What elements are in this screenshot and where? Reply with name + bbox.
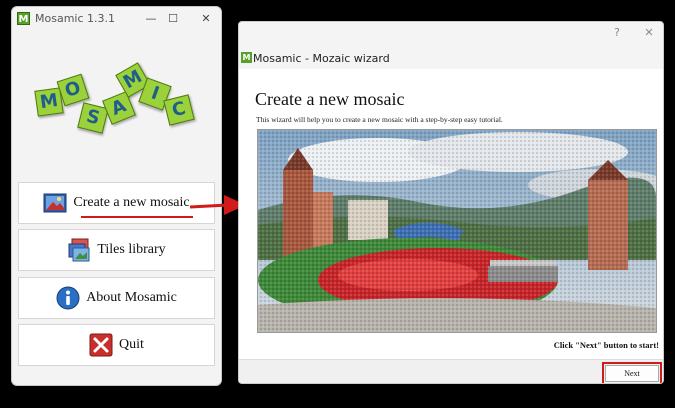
about-mosamic-label: About Mosamic — [86, 290, 177, 305]
close-button[interactable]: ✕ — [197, 10, 215, 28]
wizard-content: Create a new mosaic This wizard will hel… — [239, 69, 663, 359]
wizard-footer: Next — [239, 359, 663, 383]
info-icon — [56, 286, 80, 310]
next-hint-text: Click "Next" button to start! — [553, 340, 659, 350]
red-underline-highlight — [81, 216, 193, 218]
main-window-title: Mosamic 1.3.1 — [35, 12, 115, 25]
wizard-description: This wizard will help you to create a ne… — [256, 115, 503, 124]
mosamic-app-icon: M — [17, 12, 30, 25]
maximize-button[interactable]: ☐ — [164, 10, 182, 28]
main-titlebar[interactable]: M Mosamic 1.3.1 — ☐ ✕ — [12, 7, 221, 31]
mosamic-app-icon: M — [241, 52, 252, 63]
logo-letter: C — [163, 94, 195, 126]
minimize-button[interactable]: — — [142, 10, 160, 28]
quit-label: Quit — [119, 337, 144, 352]
wizard-window-title: Mosamic - Mozaic wizard — [253, 52, 390, 65]
quit-button[interactable]: Quit — [18, 324, 215, 366]
tiles-library-button[interactable]: Tiles library — [18, 229, 215, 271]
create-new-mosaic-button[interactable]: Create a new mosaic — [18, 182, 215, 224]
next-button[interactable]: Next — [605, 365, 659, 382]
wizard-heading: Create a new mosaic — [255, 89, 405, 109]
mosaic-preview-image — [257, 129, 657, 333]
about-mosamic-button[interactable]: About Mosamic — [18, 277, 215, 319]
wizard-close-button[interactable]: ✕ — [641, 25, 657, 41]
wizard-titlebar: M Mosamic - Mozaic wizard — [239, 48, 663, 68]
picture-icon — [43, 191, 67, 215]
tiles-icon — [67, 238, 91, 262]
wizard-window: ? ✕ M Mosamic - Mozaic wizard Create a n… — [238, 21, 664, 384]
help-button[interactable]: ? — [609, 25, 625, 41]
mosamic-logo: M O S A M I C — [30, 59, 210, 149]
create-new-mosaic-label: Create a new mosaic — [73, 195, 190, 210]
quit-icon — [89, 333, 113, 357]
tiles-library-label: Tiles library — [97, 242, 166, 257]
